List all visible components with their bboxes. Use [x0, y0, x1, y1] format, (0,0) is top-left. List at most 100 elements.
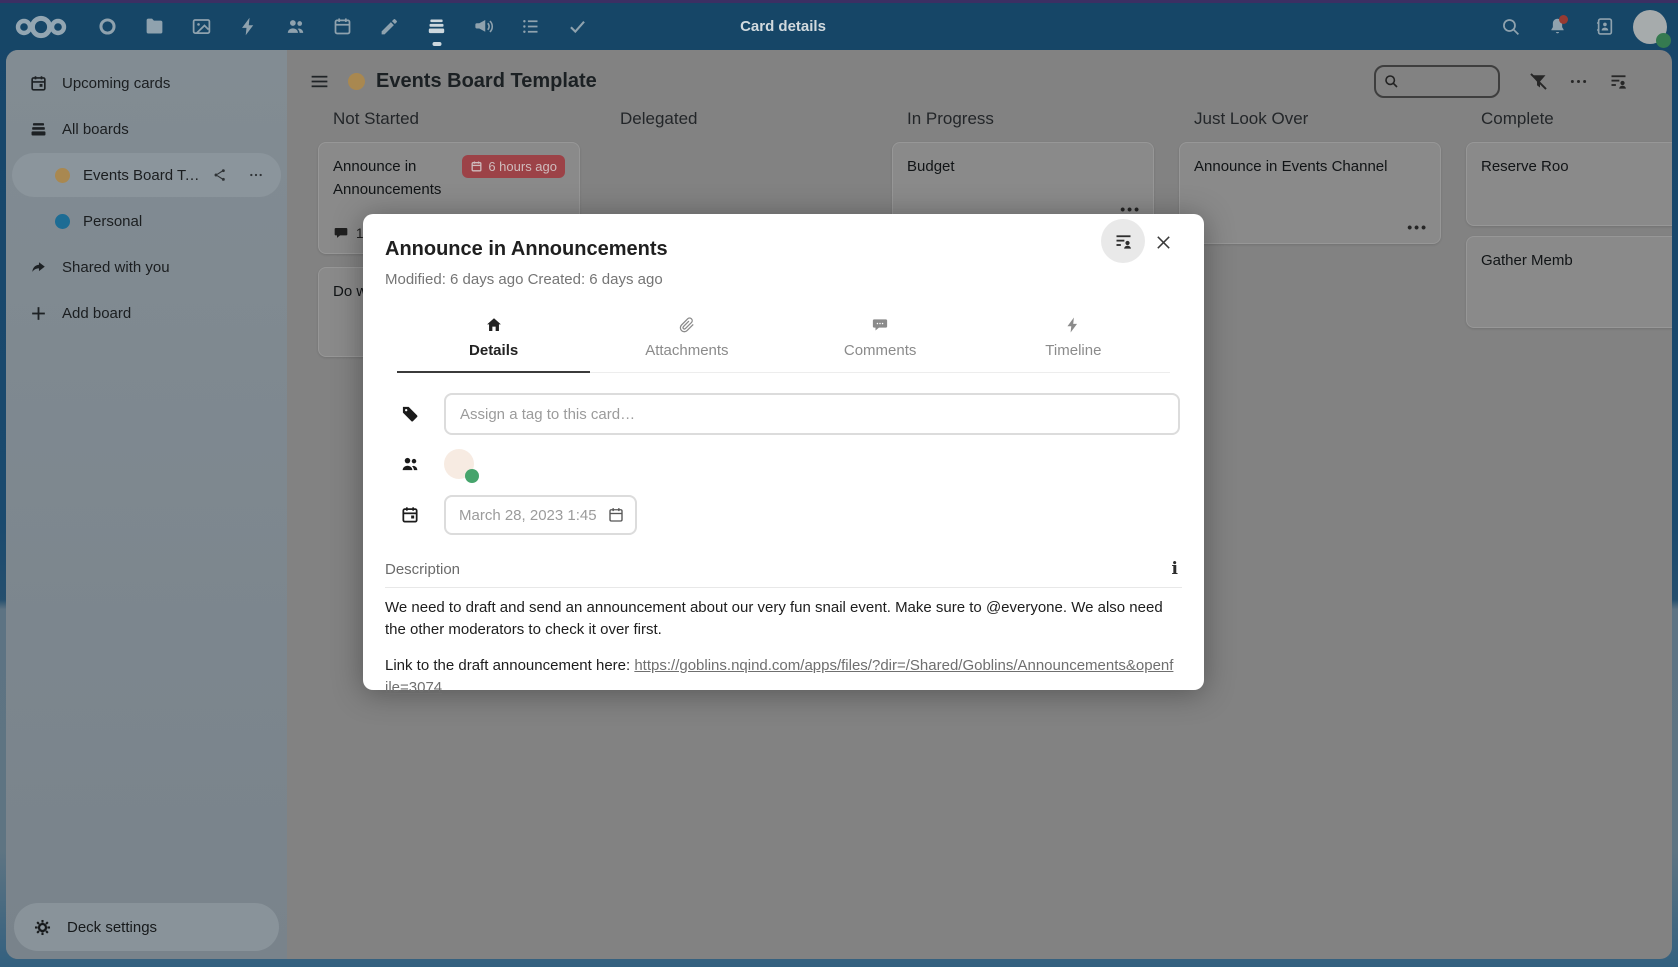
sidebar-item-events-board[interactable]: Events Board Template — [12, 153, 281, 197]
card-title: Reserve Roo — [1481, 155, 1672, 178]
board-search-box[interactable] — [1374, 65, 1500, 98]
modal-tabs: Details Attachments Comments Timeline — [397, 310, 1170, 373]
column-delegated: Delegated — [605, 109, 867, 142]
due-date-text-input[interactable] — [459, 507, 599, 524]
home-icon — [485, 316, 503, 334]
sidebar-item-all-boards[interactable]: All boards — [12, 107, 281, 151]
dashboard-icon — [97, 16, 118, 37]
card-details-toggle-icon[interactable] — [1598, 63, 1638, 99]
due-date-row — [400, 495, 1182, 535]
sidebar-item-add-board[interactable]: Add board — [12, 291, 281, 335]
card-reserve-room[interactable]: Reserve Roo — [1466, 142, 1672, 226]
unified-search-button[interactable] — [1487, 3, 1534, 50]
calendar-icon — [470, 160, 483, 173]
nextcloud-logo-icon[interactable] — [14, 12, 68, 42]
search-icon — [1383, 73, 1399, 89]
sidebar-item-personal-board[interactable]: Personal — [12, 199, 281, 243]
lightning-icon — [238, 16, 259, 37]
due-date-input[interactable] — [444, 495, 637, 535]
app-deck-button[interactable] — [413, 3, 460, 50]
column-title: Just Look Over — [1194, 109, 1441, 129]
comment-icon — [871, 316, 889, 334]
app-files-button[interactable] — [131, 3, 178, 50]
board-search-input[interactable] — [1399, 74, 1489, 89]
link-prefix: Link to the draft announcement here: — [385, 657, 634, 674]
deck-icon — [426, 16, 447, 37]
search-icon — [1500, 16, 1521, 37]
calendar-icon — [400, 505, 420, 525]
app-notes-button[interactable] — [366, 3, 413, 50]
board-menu-icon[interactable] — [309, 68, 335, 94]
column-title: Complete — [1481, 109, 1672, 129]
contacts-menu-button[interactable] — [1581, 3, 1628, 50]
card-gather-members[interactable]: Gather Memb — [1466, 236, 1672, 328]
tag-icon — [400, 404, 420, 424]
description-paragraph: Link to the draft announcement here: htt… — [385, 655, 1175, 699]
filter-button[interactable] — [1518, 63, 1558, 99]
card-announce-in-events-channel[interactable]: Announce in Events Channel ••• — [1179, 142, 1441, 244]
description-label: Description — [385, 561, 460, 578]
tag-input[interactable] — [444, 393, 1180, 435]
sidebar-item-label: Personal — [83, 213, 142, 230]
tab-label: Timeline — [1045, 342, 1101, 359]
tab-timeline[interactable]: Timeline — [977, 310, 1170, 373]
assignee-status-dot — [465, 469, 479, 483]
assignee-avatar[interactable] — [444, 449, 474, 479]
share-arrow-icon — [29, 258, 48, 277]
app-activity-button[interactable] — [225, 3, 272, 50]
board-more-icon[interactable] — [241, 160, 271, 190]
card-title: Budget — [907, 155, 1139, 178]
sidebar-item-label: Events Board Template — [83, 167, 205, 184]
tab-label: Attachments — [645, 342, 728, 359]
megaphone-icon — [473, 16, 494, 37]
app-photos-button[interactable] — [178, 3, 225, 50]
tab-comments[interactable]: Comments — [784, 310, 977, 373]
paperclip-icon — [678, 316, 696, 334]
due-date-text: 6 hours ago — [488, 159, 557, 174]
sidebar-item-upcoming-cards[interactable]: Upcoming cards — [12, 61, 281, 105]
sidebar-item-label: Upcoming cards — [62, 75, 170, 92]
tag-row — [400, 393, 1182, 435]
filter-off-icon — [1528, 71, 1549, 92]
sidebar-item-label: Shared with you — [62, 259, 170, 276]
check-icon — [567, 16, 588, 37]
description-paragraph: We need to draft and send an announcemen… — [385, 597, 1175, 641]
card-details-toggle-icon[interactable] — [1101, 219, 1145, 263]
board-color-dot — [348, 73, 365, 90]
sidebar-item-label: Add board — [62, 305, 131, 322]
image-icon — [191, 16, 212, 37]
deck-settings-button[interactable]: Deck settings — [14, 903, 279, 951]
close-icon[interactable] — [1152, 231, 1174, 253]
calendar-picker-icon[interactable] — [607, 506, 625, 524]
board-actions-icon[interactable] — [1558, 63, 1598, 99]
card-menu-icon[interactable]: ••• — [1407, 219, 1428, 235]
tab-label: Comments — [844, 342, 917, 359]
board-color-dot — [55, 214, 70, 229]
app-announcements-button[interactable] — [460, 3, 507, 50]
column-title: In Progress — [907, 109, 1154, 129]
user-status-dot — [1656, 33, 1671, 48]
card-meta: Modified: 6 days ago Created: 6 days ago — [385, 271, 1182, 288]
page-title: Card details — [740, 18, 826, 35]
user-avatar[interactable] — [1633, 10, 1667, 44]
info-icon[interactable]: i — [1168, 559, 1182, 579]
topbar: Card details — [0, 3, 1678, 50]
calendar-icon — [29, 74, 48, 93]
gear-icon — [32, 917, 53, 938]
notifications-button[interactable] — [1534, 3, 1581, 50]
tab-details[interactable]: Details — [397, 310, 590, 373]
app-dashboard-button[interactable] — [84, 3, 131, 50]
share-board-icon[interactable] — [205, 160, 235, 190]
comment-icon — [333, 225, 349, 241]
app-checks-button[interactable] — [554, 3, 601, 50]
deck-icon — [29, 120, 48, 139]
app-tasks-button[interactable] — [507, 3, 554, 50]
pencil-icon — [379, 16, 400, 37]
sidebar-item-shared-with-you[interactable]: Shared with you — [12, 245, 281, 289]
tab-attachments[interactable]: Attachments — [590, 310, 783, 373]
app-contacts-button[interactable] — [272, 3, 319, 50]
folder-icon — [144, 16, 165, 37]
app-calendar-button[interactable] — [319, 3, 366, 50]
plus-icon — [29, 304, 48, 323]
sidebar: Upcoming cards All boards Events Board T… — [6, 50, 287, 959]
